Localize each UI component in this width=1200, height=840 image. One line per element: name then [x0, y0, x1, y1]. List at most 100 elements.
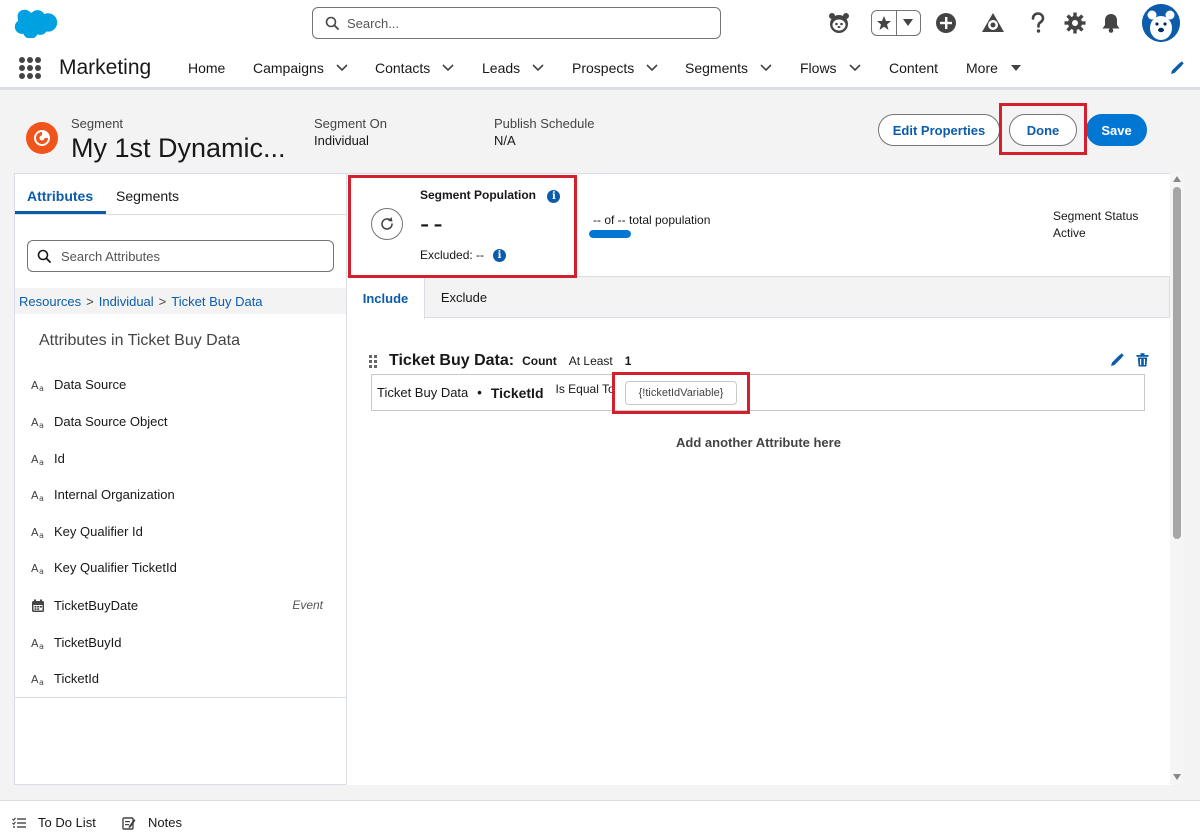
- nav-item-label: Contacts: [375, 60, 431, 76]
- chevron-down-icon[interactable]: [336, 64, 348, 72]
- global-search[interactable]: [312, 7, 721, 39]
- event-badge: Event: [292, 598, 323, 612]
- info-icon[interactable]: i: [493, 248, 507, 262]
- global-actions-plus-icon[interactable]: [933, 10, 959, 36]
- publish-schedule-label: Publish Schedule: [494, 116, 595, 131]
- svg-text:a: a: [39, 458, 44, 466]
- scroll-down-arrow-icon[interactable]: [1173, 774, 1181, 780]
- list-item[interactable]: Aa Id: [31, 447, 331, 469]
- attribute-search-input[interactable]: [61, 248, 321, 264]
- rule-count-label[interactable]: Count: [522, 354, 557, 368]
- nav-item-label: Flows: [800, 60, 837, 76]
- app-launcher-waffle-icon[interactable]: [19, 57, 41, 79]
- utility-todo-list[interactable]: To Do List: [12, 815, 96, 830]
- edit-nav-pencil-icon[interactable]: [1170, 61, 1184, 75]
- edit-pencil-icon[interactable]: [1110, 353, 1124, 367]
- drag-handle-icon[interactable]: [369, 354, 379, 368]
- breadcrumb: Resources > Individual > Ticket Buy Data: [15, 288, 346, 314]
- list-item[interactable]: Aa Internal Organization: [31, 483, 331, 505]
- excluded-label: Excluded: --: [420, 248, 485, 262]
- list-item[interactable]: Aa Data Source: [31, 373, 331, 395]
- rule-count-value[interactable]: 1: [625, 354, 632, 368]
- svg-text:A: A: [31, 489, 39, 502]
- record-header: Segment My 1st Dynamic... Segment On Ind…: [0, 93, 1200, 173]
- attribute-library-panel: Attributes Segments Resources > Individu…: [14, 173, 347, 785]
- breadcrumb-individual[interactable]: Individual: [99, 294, 154, 309]
- nav-item-home[interactable]: Home: [188, 60, 225, 76]
- salesforce-logo-icon[interactable]: [14, 8, 58, 38]
- svg-text:A: A: [31, 526, 39, 539]
- setup-gear-icon[interactable]: [1062, 10, 1088, 36]
- nav-item-more[interactable]: More: [966, 60, 1022, 76]
- scroll-up-arrow-icon[interactable]: [1173, 176, 1181, 182]
- total-population-text: -- of -- total population: [593, 213, 711, 227]
- favorites-dropdown-icon[interactable]: [895, 11, 920, 35]
- nav-item-segments[interactable]: Segments: [685, 60, 772, 76]
- delete-trash-icon[interactable]: [1136, 353, 1149, 367]
- list-item[interactable]: Aa Key Qualifier TicketId: [31, 556, 331, 578]
- trailhead-guidance-icon[interactable]: [980, 10, 1006, 36]
- rule-operator-label[interactable]: At Least: [569, 354, 613, 368]
- notifications-bell-icon[interactable]: [1098, 10, 1124, 36]
- edit-properties-button[interactable]: Edit Properties: [878, 114, 1000, 146]
- list-item[interactable]: TicketBuyDate Event: [31, 594, 331, 616]
- add-attribute-drop-zone[interactable]: Add another Attribute here: [347, 435, 1170, 450]
- chevron-down-icon[interactable]: [646, 64, 658, 72]
- tab-include[interactable]: Include: [347, 277, 425, 319]
- nav-item-contacts[interactable]: Contacts: [375, 60, 454, 76]
- tab-attributes[interactable]: Attributes: [27, 188, 93, 204]
- page-scrollbar[interactable]: [1170, 173, 1184, 785]
- chevron-down-icon[interactable]: [442, 64, 454, 72]
- global-search-input[interactable]: [347, 15, 687, 31]
- nav-item-label: Prospects: [572, 60, 635, 76]
- chevron-down-icon[interactable]: [848, 64, 861, 72]
- info-icon[interactable]: i: [547, 190, 561, 203]
- list-item[interactable]: Aa TicketId: [31, 667, 331, 689]
- list-item[interactable]: Aa Data Source Object: [31, 410, 331, 432]
- user-avatar[interactable]: [1142, 4, 1180, 42]
- nav-item-label: Segments: [685, 60, 749, 76]
- breadcrumb-resources[interactable]: Resources: [19, 294, 81, 309]
- nav-item-flows[interactable]: Flows: [800, 60, 861, 76]
- svg-text:A: A: [31, 637, 39, 650]
- filter-separator: •: [477, 385, 482, 400]
- segment-population-title: Segment Population i: [420, 188, 561, 203]
- list-item[interactable]: Aa TicketBuyId: [31, 631, 331, 653]
- chevron-down-icon[interactable]: [532, 64, 544, 72]
- nav-item-label: More: [966, 60, 998, 76]
- done-button[interactable]: Done: [1009, 114, 1077, 146]
- tab-segments[interactable]: Segments: [116, 188, 179, 204]
- chevron-down-icon[interactable]: [760, 64, 772, 72]
- refresh-population-button[interactable]: [371, 208, 403, 240]
- favorites-star-icon[interactable]: [872, 11, 896, 35]
- text-type-icon: Aa: [31, 670, 47, 686]
- list-item[interactable]: Aa Key Qualifier Id: [31, 520, 331, 542]
- nav-item-content[interactable]: Content: [889, 60, 938, 76]
- filter-criteria-row[interactable]: Ticket Buy Data • TicketId Is Equal To {…: [371, 374, 1145, 411]
- segment-object-icon: [26, 122, 58, 154]
- astro-agent-icon[interactable]: [826, 10, 852, 36]
- nav-item-campaigns[interactable]: Campaigns: [253, 60, 348, 76]
- nav-item-label: Campaigns: [253, 60, 324, 76]
- global-header: [0, 0, 1200, 46]
- attribute-search[interactable]: [27, 240, 334, 272]
- search-icon: [37, 249, 51, 263]
- tab-exclude[interactable]: Exclude: [425, 277, 503, 318]
- scrollbar-thumb[interactable]: [1173, 187, 1181, 539]
- filter-operator[interactable]: Is Equal To: [556, 382, 615, 396]
- svg-text:a: a: [39, 531, 44, 539]
- segment-population-card: Segment Population i -- Excluded: -- i: [347, 174, 577, 278]
- utility-notes[interactable]: Notes: [122, 815, 182, 830]
- breadcrumb-ticket-buy-data[interactable]: Ticket Buy Data: [171, 294, 262, 309]
- publish-schedule-value: N/A: [494, 133, 516, 148]
- save-button[interactable]: Save: [1086, 114, 1147, 146]
- nav-item-prospects[interactable]: Prospects: [572, 60, 658, 76]
- svg-text:A: A: [31, 673, 39, 686]
- favorites-group: [871, 10, 921, 36]
- svg-text:a: a: [39, 421, 44, 429]
- caret-down-icon[interactable]: [1010, 64, 1022, 72]
- filter-value-variable[interactable]: {!ticketIdVariable}: [625, 381, 737, 405]
- help-question-icon[interactable]: [1025, 10, 1051, 36]
- svg-text:A: A: [31, 562, 39, 575]
- nav-item-leads[interactable]: Leads: [482, 60, 544, 76]
